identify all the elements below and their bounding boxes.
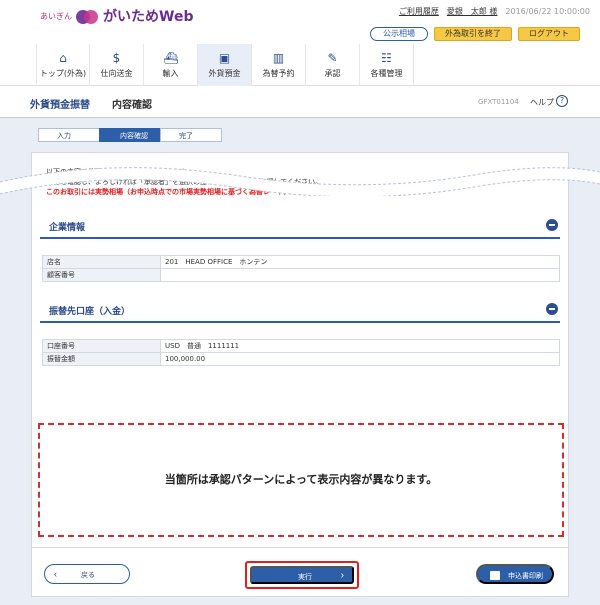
company-info-table: 店名 201 HEAD OFFICE ホンテン 顧客番号 [42, 255, 560, 282]
step-input: 入力 [38, 128, 100, 142]
row-value [160, 268, 560, 282]
deposit-icon: ▣ [218, 51, 231, 65]
nav-item-remit[interactable]: $ 仕向送金 [90, 44, 144, 86]
row-key: 店名 [42, 255, 161, 269]
main-nav: ⌂ トップ(外為) $ 仕向送金 ⛴ 輸入 ▣ 外貨預金 ▥ 為替予約 ✎ 承認… [0, 44, 600, 86]
row-key: 口座番号 [42, 339, 161, 353]
back-button[interactable]: ‹ 戻る [44, 564, 130, 584]
section-title: 振替先口座（入金） [49, 307, 131, 317]
row-key: 顧客番号 [42, 268, 161, 282]
approval-pattern-note: 当箇所は承認パターンによって表示内容が異なります。 [38, 423, 564, 537]
company-section-header: 企業情報 [40, 215, 560, 239]
screen-code: GFXT01104 [478, 98, 519, 106]
page-title-bar: 外貨預金振替 内容確認 GFXT01104 ヘルプ ? [0, 86, 600, 118]
print-application-button[interactable]: 申込書印刷 [476, 564, 554, 584]
transfer-info-table: 口座番号 USD 普通 1111111 振替金額 100,000.00 [42, 339, 560, 366]
nav-item-forward[interactable]: ▥ 為替予約 [252, 44, 306, 86]
table-row: 振替金額 100,000.00 [42, 352, 560, 366]
utility-bar: ご利用履歴 愛銀 太郎 様 2016/06/22 10:00:00 [399, 6, 590, 17]
logo[interactable]: あいぎん がいためWeb [40, 6, 193, 26]
ship-icon: ⛴ [163, 51, 179, 65]
nav-item-top[interactable]: ⌂ トップ(外為) [36, 44, 90, 86]
print-label: 申込書印刷 [508, 573, 543, 580]
nav-item-approve[interactable]: ✎ 承認 [306, 44, 360, 86]
chevron-left-icon: ‹ [54, 569, 57, 579]
step-confirm: 内容確認 [99, 128, 161, 142]
execute-button[interactable]: 実行 › [250, 566, 354, 584]
approve-icon: ✎ [327, 51, 338, 65]
step-complete: 完了 [160, 128, 222, 142]
table-row: 口座番号 USD 普通 1111111 [42, 339, 560, 353]
execute-label: 実行 [298, 574, 312, 581]
nav-label: 仕向送金 [100, 69, 133, 78]
logout-button[interactable]: ログアウト [518, 27, 580, 41]
printer-icon [490, 571, 500, 580]
collapse-icon[interactable] [546, 303, 558, 315]
header: あいぎん がいためWeb ご利用履歴 愛銀 太郎 様 2016/06/22 10… [0, 0, 600, 44]
public-rate-button[interactable]: 公示相場 [370, 27, 428, 41]
divider [32, 547, 568, 548]
remit-icon: $ [112, 51, 121, 65]
home-icon: ⌂ [59, 51, 67, 65]
nav-label: 各種管理 [370, 69, 403, 78]
collapse-icon[interactable] [546, 219, 558, 231]
nav-label: 承認 [324, 69, 341, 78]
bank-name: あいぎん [40, 11, 72, 21]
execute-highlight: 実行 › [245, 561, 359, 589]
end-fx-button[interactable]: 外為取引を終了 [434, 27, 512, 41]
app-name: がいためWeb [103, 9, 194, 25]
row-value: 201 HEAD OFFICE ホンテン [160, 255, 560, 269]
nav-label: 外貨預金 [208, 69, 241, 78]
table-row: 店名 201 HEAD OFFICE ホンテン [42, 255, 560, 269]
nav-label: トップ(外為) [39, 69, 87, 78]
usage-history-link[interactable]: ご利用履歴 [399, 6, 439, 17]
user-name-link[interactable]: 愛銀 太郎 様 [447, 6, 498, 17]
row-value: USD 普通 1111111 [160, 339, 560, 353]
help-link[interactable]: ヘルプ [530, 97, 554, 108]
page-title: 外貨預金振替 [30, 100, 90, 111]
wave-cut-divider [0, 167, 600, 196]
nav-item-import[interactable]: ⛴ 輸入 [144, 44, 198, 86]
content-card: 以下の内容で外貨預金振替の依頼を行います。 内容を確認し、よろしければ「承認者」… [31, 152, 569, 597]
row-key: 振替金額 [42, 352, 161, 366]
chart-icon: ▥ [272, 51, 285, 65]
transfer-section-header: 振替先口座（入金） [40, 299, 560, 323]
login-datetime: 2016/06/22 10:00:00 [505, 7, 590, 16]
nav-item-manage[interactable]: ☷ 各種管理 [360, 44, 414, 86]
header-buttons: 公示相場 外為取引を終了 ログアウト [370, 27, 580, 41]
note-text: 当箇所は承認パターンによって表示内容が異なります。 [164, 473, 438, 486]
nav-item-deposit[interactable]: ▣ 外貨預金 [198, 44, 252, 86]
section-title: 企業情報 [49, 223, 86, 233]
chevron-right-icon: › [340, 570, 344, 581]
page-subtitle: 内容確認 [112, 100, 152, 111]
help-icon[interactable]: ? [556, 95, 568, 107]
back-label: 戻る [81, 572, 95, 579]
nav-label: 輸入 [162, 69, 179, 78]
nav-label: 為替予約 [262, 69, 295, 78]
logo-mark-icon [76, 7, 100, 25]
row-value: 100,000.00 [160, 352, 560, 366]
step-indicator: 入力 内容確認 完了 [38, 128, 222, 142]
table-row: 顧客番号 [42, 268, 560, 282]
manage-icon: ☷ [381, 51, 392, 65]
